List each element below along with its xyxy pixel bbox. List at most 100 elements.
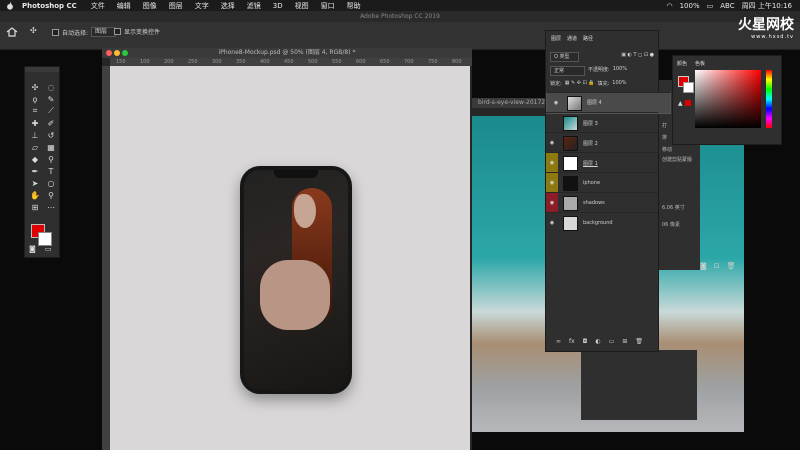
blend-mode-dropdown[interactable]: 正常	[550, 66, 586, 76]
input-source[interactable]: ABC	[720, 2, 734, 10]
delete-layer-icon[interactable]: 🗑	[635, 338, 643, 345]
eraser-tool-icon[interactable]: ▱	[28, 141, 42, 153]
filter-icons[interactable]: ▣ ◐ T ◻ ⊡ ●	[621, 52, 654, 62]
auto-select-dropdown[interactable]: 图层	[91, 27, 117, 37]
new-layer-icon[interactable]: ⊞	[622, 338, 627, 345]
group-icon[interactable]: ▭	[609, 338, 615, 345]
vertical-ruler[interactable]	[102, 66, 110, 450]
maximize-button[interactable]	[122, 50, 128, 56]
quick-mask-icon[interactable]: ◙	[29, 245, 36, 253]
eye-icon[interactable]: ◉	[546, 140, 558, 146]
layer-row[interactable]: ◉ 图层 1	[546, 152, 658, 173]
marquee-tool-icon[interactable]: ◌	[44, 81, 58, 93]
layer-name[interactable]: background	[583, 220, 613, 226]
layer-row[interactable]: ◉ shadows	[546, 192, 658, 213]
hand-tool-icon[interactable]: ✋	[28, 189, 42, 201]
lasso-tool-icon[interactable]: ϙ	[28, 93, 42, 105]
menu-type[interactable]: 文字	[195, 1, 209, 11]
menu-3d[interactable]: 3D	[273, 2, 283, 10]
fill-value[interactable]: 100%	[612, 80, 626, 87]
gamut-warning-icon[interactable]: ▲	[678, 100, 683, 107]
tab-channels[interactable]: 通道	[567, 35, 577, 44]
dodge-tool-icon[interactable]: ⚲	[44, 153, 58, 165]
canvas[interactable]	[110, 66, 470, 450]
battery-label[interactable]: 100%	[680, 2, 700, 10]
menu-image[interactable]: 图像	[143, 1, 157, 11]
auto-select-option[interactable]: 自动选择: 图层	[52, 27, 117, 37]
horizontal-ruler[interactable]: 150 100 200 250 300 350 400 450 500 550 600 650 700 7…	[110, 58, 472, 66]
apple-icon[interactable]	[6, 1, 14, 10]
stamp-tool-icon[interactable]: ⊥	[28, 129, 42, 141]
fx-icon[interactable]: fx	[569, 338, 575, 345]
path-select-icon[interactable]: ➤	[28, 177, 42, 189]
battery-icon[interactable]: ▭	[707, 2, 714, 10]
menu-app-name[interactable]: Photoshop CC	[22, 2, 77, 10]
screen-mode-icon[interactable]: ▭	[45, 245, 52, 253]
size-value-a[interactable]: 6.06 英寸	[662, 204, 685, 211]
layer-name[interactable]: 图层 3	[583, 120, 598, 127]
side-line-1[interactable]: 打	[662, 122, 667, 129]
kind-filter-dropdown[interactable]: Q 类型	[550, 52, 579, 62]
menu-select[interactable]: 选择	[221, 1, 235, 11]
menu-filter[interactable]: 滤镜	[247, 1, 261, 11]
layer-name[interactable]: iphone	[583, 180, 600, 186]
transform-option[interactable]: 显示变换控件	[114, 27, 160, 36]
layer-row[interactable]: 图层 3	[546, 112, 658, 133]
mask-icon[interactable]: ◘	[583, 338, 588, 345]
layer-name[interactable]: 图层 4	[587, 99, 602, 107]
close-button[interactable]	[106, 50, 112, 56]
minimize-button[interactable]	[114, 50, 120, 56]
tab-layers[interactable]: 图层	[551, 35, 561, 44]
tab-swatches[interactable]: 色板	[695, 60, 705, 67]
color-field[interactable]	[695, 70, 761, 128]
edit-toolbar-icon[interactable]: ⊞	[28, 201, 42, 213]
adjustment-icon[interactable]: ◐	[595, 338, 600, 345]
camera-icon[interactable]: ◙	[700, 262, 707, 274]
iphone-mockup[interactable]	[240, 166, 352, 394]
new-icon[interactable]: ⊡	[714, 262, 720, 274]
zoom-tool-icon[interactable]: ⚲	[44, 189, 58, 201]
eye-icon[interactable]: ◉	[546, 153, 558, 173]
move-tool-icon[interactable]: ✣	[28, 81, 42, 93]
layer-name[interactable]: shadows	[583, 200, 605, 206]
color-background[interactable]	[683, 82, 694, 93]
opacity-value[interactable]: 100%	[613, 66, 627, 76]
more-tools-icon[interactable]: ⋯	[44, 201, 58, 213]
layer-row[interactable]: ◉ iphone	[546, 172, 658, 193]
clock[interactable]: 周四 上午10:16	[742, 1, 792, 11]
menu-file[interactable]: 文件	[91, 1, 105, 11]
link-layers-icon[interactable]: ∞	[556, 338, 561, 345]
menu-edit[interactable]: 编辑	[117, 1, 131, 11]
layer-name[interactable]: 图层 2	[583, 140, 598, 147]
crop-tool-icon[interactable]: ⌗	[28, 105, 42, 117]
eyedropper-icon[interactable]: ⟋	[44, 105, 58, 117]
layer-name[interactable]: 图层 1	[583, 160, 598, 167]
healing-brush-icon[interactable]: ✚	[28, 117, 42, 129]
history-brush-icon[interactable]: ↺	[44, 129, 58, 141]
layer-row[interactable]: ◉ 图层 2	[546, 132, 658, 153]
gradient-tool-icon[interactable]: ▦	[44, 141, 58, 153]
background-color-swatch[interactable]	[38, 232, 52, 246]
side-line-3[interactable]: 移动	[662, 146, 672, 153]
document-title-bar[interactable]: iPhone8-Mockup.psd @ 50% (图层 4, RGB/8) *	[102, 48, 472, 58]
brush-tool-icon[interactable]: ✐	[44, 117, 58, 129]
auto-select-checkbox[interactable]	[52, 28, 59, 36]
size-value-b[interactable]: 06 像素	[662, 221, 680, 228]
menu-window[interactable]: 窗口	[321, 1, 335, 11]
side-line-2[interactable]: 排	[662, 134, 667, 141]
lock-icons[interactable]: ▦ ✎ ✣ ⊡ 🔒	[565, 80, 595, 87]
gamut-swatch[interactable]	[685, 100, 691, 106]
move-tool-icon[interactable]: ✣	[30, 26, 37, 35]
tab-color[interactable]: 颜色	[677, 60, 687, 67]
pen-tool-icon[interactable]: ✒	[28, 165, 42, 177]
quick-select-icon[interactable]: ✎	[44, 93, 58, 105]
layer-row[interactable]: ◉ background	[546, 212, 658, 233]
menu-layer[interactable]: 图层	[169, 1, 183, 11]
hue-slider[interactable]	[766, 70, 772, 128]
menu-view[interactable]: 视图	[295, 1, 309, 11]
eye-icon[interactable]: ◉	[550, 99, 562, 107]
blur-tool-icon[interactable]: ◆	[28, 153, 42, 165]
eye-icon[interactable]: ◉	[546, 220, 558, 226]
transform-checkbox[interactable]	[114, 28, 121, 35]
eye-icon[interactable]: ◉	[546, 193, 558, 213]
